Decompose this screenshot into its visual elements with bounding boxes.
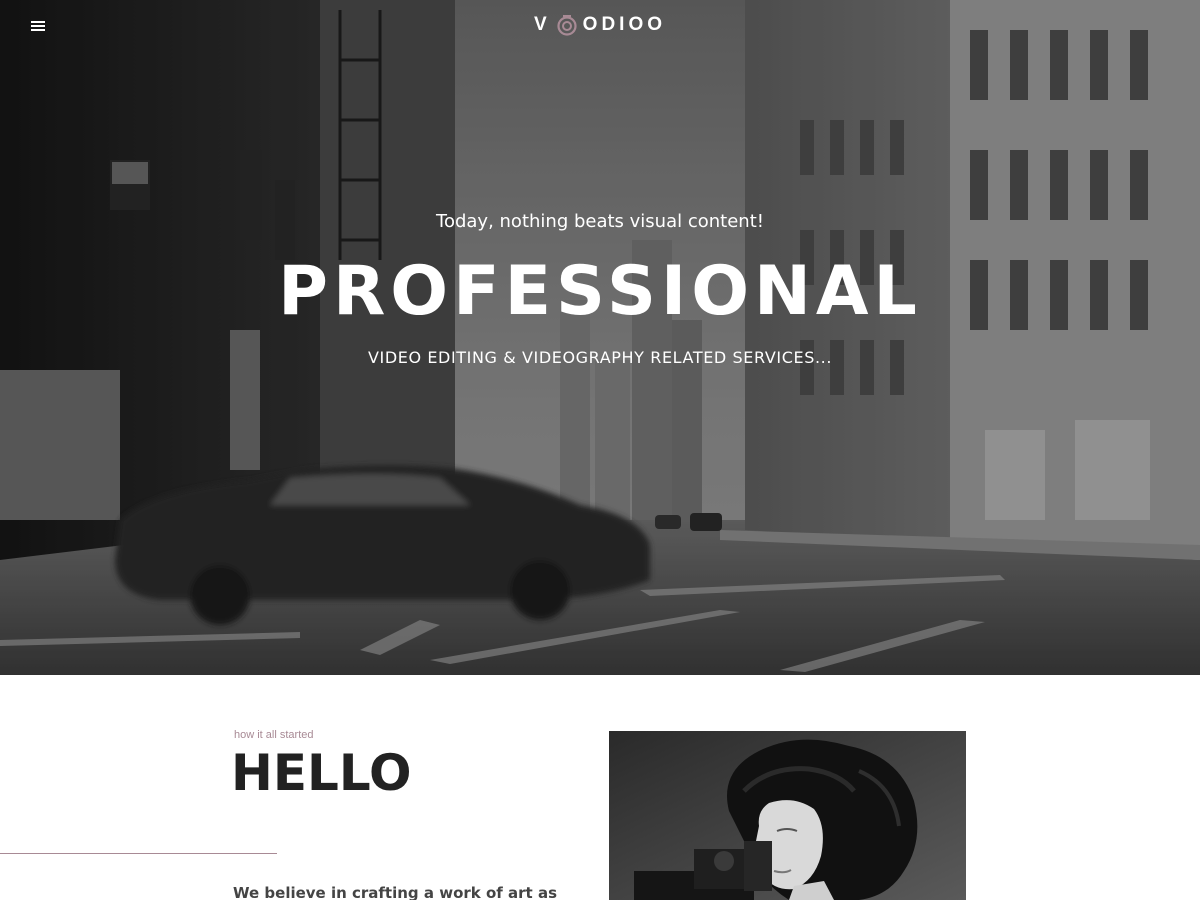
hero-subtitle: VIDEO EDITING & VIDEOGRAPHY RELATED SERV… <box>367 348 833 367</box>
hero-tagline: Today, nothing beats visual content! <box>436 211 764 232</box>
hero-title: PROFESSIONAL <box>278 252 922 331</box>
site-logo: V ODIOO <box>0 14 1200 36</box>
about-photo <box>609 731 966 900</box>
section-eyebrow: how it all started <box>234 729 314 741</box>
accent-divider <box>0 853 277 854</box>
logo-link[interactable]: V ODIOO <box>534 14 666 36</box>
about-intro-text: We believe in crafting a work of art as <box>233 884 557 900</box>
hero-section: V ODIOO Today, nothing beats visual cont… <box>0 0 1200 675</box>
logo-text-right: ODIOO <box>582 14 667 35</box>
camera-lens-icon <box>557 15 577 36</box>
hero-overlay <box>0 0 1200 675</box>
about-section: how it all started HELLO We believe in c… <box>0 675 1200 900</box>
section-title: HELLO <box>231 744 412 802</box>
logo-text-left: V <box>533 14 551 35</box>
